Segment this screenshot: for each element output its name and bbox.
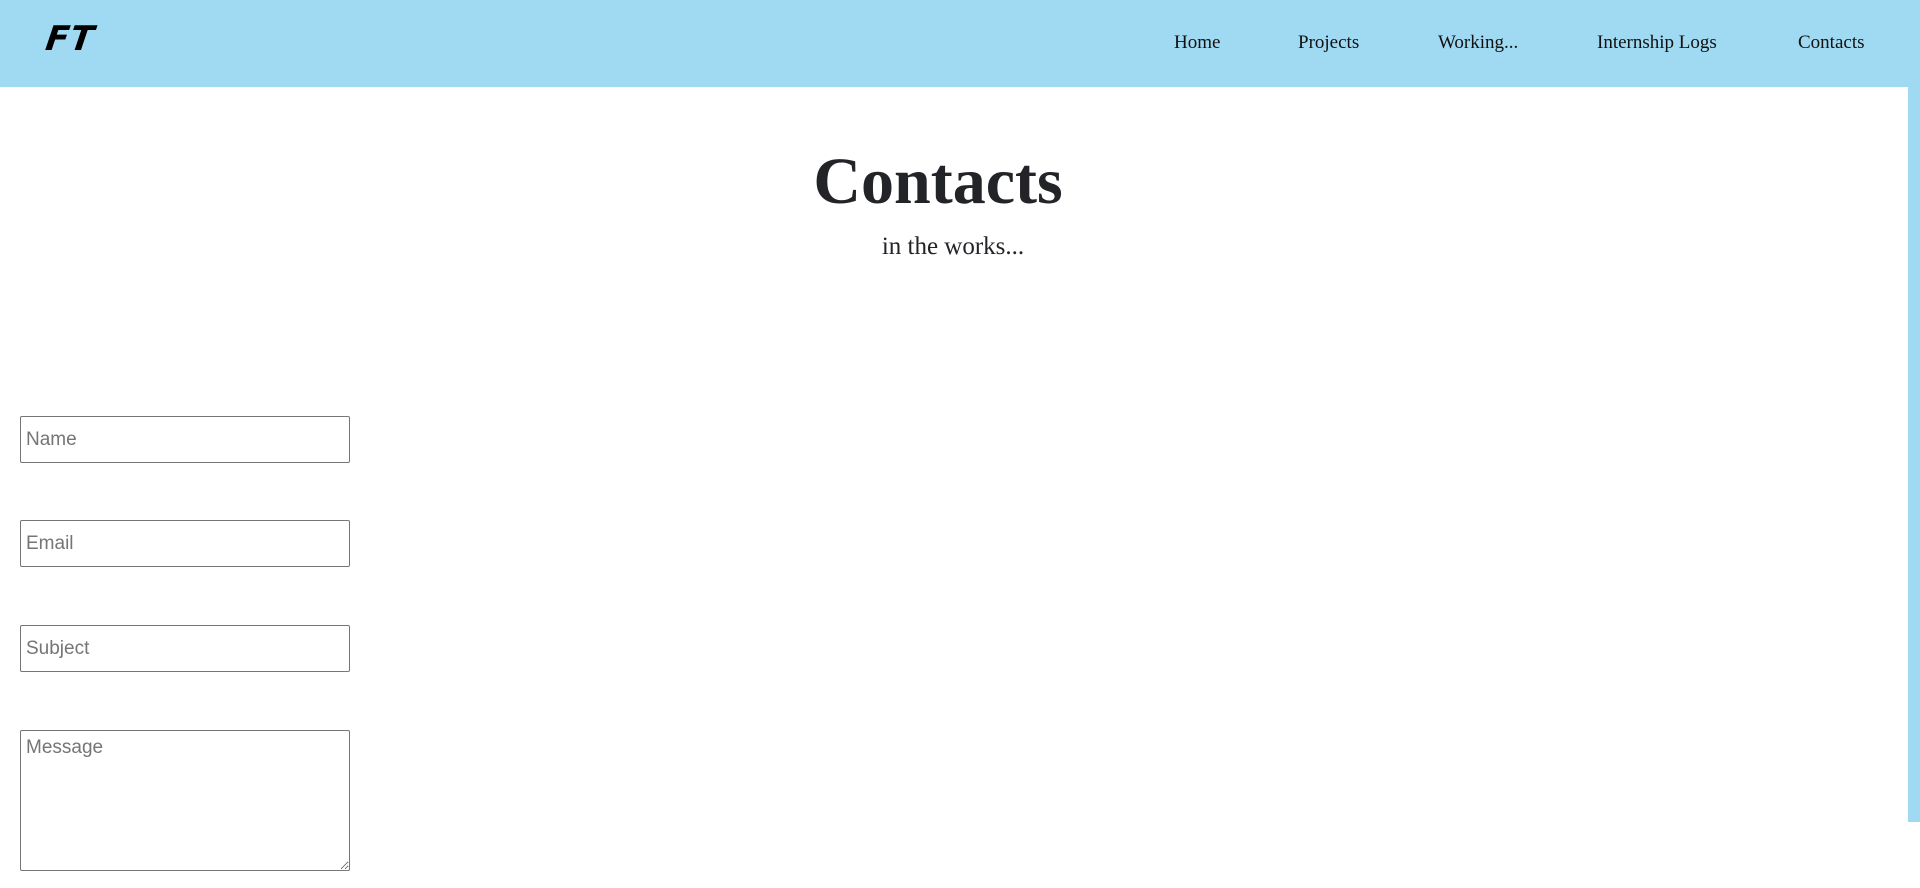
- nav-working-link[interactable]: Working...: [1438, 32, 1518, 54]
- page-subtitle: in the works...: [881, 233, 1025, 260]
- nav-projects-link[interactable]: Projects: [1298, 32, 1359, 54]
- nav-home-link[interactable]: Home: [1174, 32, 1220, 54]
- site-logo[interactable]: FT: [43, 19, 97, 59]
- message-textarea[interactable]: [20, 730, 350, 871]
- name-input[interactable]: [20, 416, 350, 463]
- subject-input[interactable]: [20, 625, 350, 672]
- email-input[interactable]: [20, 520, 350, 567]
- page-title: Contacts: [813, 145, 1063, 218]
- side-strip: [1908, 87, 1920, 822]
- nav-contacts-link[interactable]: Contacts: [1798, 32, 1865, 54]
- nav-internship-logs-link[interactable]: Internship Logs: [1597, 32, 1717, 54]
- navbar: FT Home Projects Working... Internship L…: [0, 0, 1920, 87]
